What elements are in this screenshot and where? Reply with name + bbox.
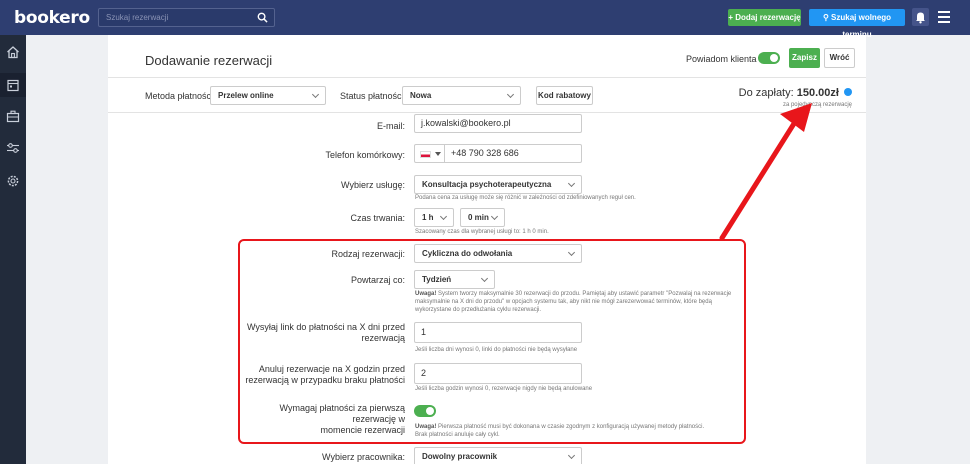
annotation-arrow: [719, 103, 812, 241]
